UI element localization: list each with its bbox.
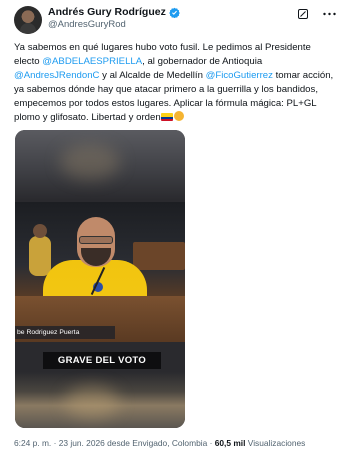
author-block: Andrés Gury Rodríguez @AndresGuryRod [48,6,180,30]
grok-icon[interactable] [296,7,310,21]
name-row: Andrés Gury Rodríguez [48,6,180,18]
mention-link[interactable]: @FicoGutierrez [206,70,273,81]
tweet-time[interactable]: 6:24 p. m. [14,438,51,448]
video-nameplate: be Rodriguez Puerta [15,326,115,339]
background-person [29,224,51,276]
tweet-location: desde Envigado, Colombia [107,438,208,448]
video-media[interactable]: be Rodriguez Puerta GRAVE DEL VOTO FUSIL [15,130,185,428]
header-actions [296,7,336,21]
colombia-flag-emoji [160,113,173,121]
tweet-text: Ya sabemos en qué lugares hubo voto fusi… [14,41,338,125]
views-count: 60,5 mil [214,438,246,448]
tweet-date[interactable]: 23 jun. 2026 [59,438,105,448]
speaker-glasses [79,236,113,244]
more-options-icon[interactable] [322,7,336,21]
author-display-name[interactable]: Andrés Gury Rodríguez [48,6,166,18]
face-emoji [173,111,184,121]
avatar[interactable] [14,6,42,34]
meta-separator: · [209,438,213,448]
blurred-top-area [15,130,185,200]
blurred-bottom-area [15,372,185,428]
mention-link[interactable]: @ABDELAESPRIELLA [42,56,142,67]
meta-separator: · [53,438,57,448]
tweet-meta: 6:24 p. m. · 23 jun. 2026 desde Envigado… [14,438,305,448]
views-label: Visualizaciones [247,438,306,448]
author-handle[interactable]: @AndresGuryRod [48,19,180,30]
tweet-text-segment: y al Alcalde de Medellín [99,70,206,81]
tweet-text-segment: , al gobernador de Antioquia [142,56,263,67]
video-scene [15,202,185,342]
tweet-header: Andrés Gury Rodríguez @AndresGuryRod [14,6,336,34]
verified-badge-icon [169,7,180,18]
mention-link[interactable]: @AndresJRendonC [14,70,99,81]
video-caption: GRAVE DEL VOTO FUSIL [43,352,161,383]
background-bench [133,242,185,270]
